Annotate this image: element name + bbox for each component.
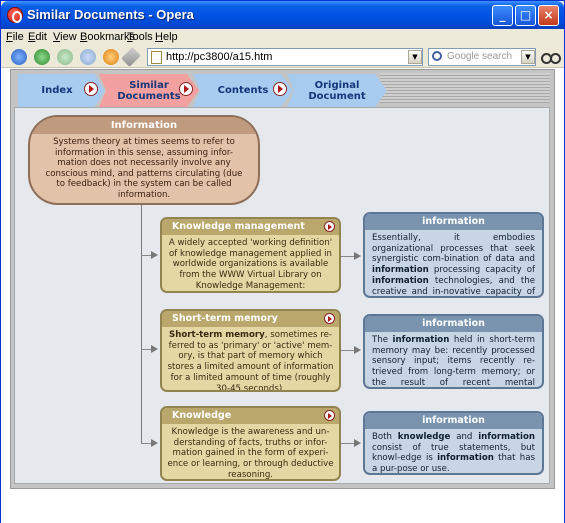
- go-arrow-icon: [273, 82, 287, 96]
- search-dropdown-icon[interactable]: ▼: [521, 50, 535, 64]
- forward-icon[interactable]: [57, 49, 73, 65]
- info-box-1: information Essentially, it embodies org…: [363, 212, 544, 298]
- root-concept-title: Information: [30, 117, 258, 134]
- tab-original-document-label: Original Document: [308, 79, 366, 102]
- connector-arrow-icon: [151, 439, 158, 447]
- connector-arrow-icon: [151, 251, 158, 259]
- concept-title: Knowledge management: [162, 219, 339, 235]
- info-title: information: [365, 413, 542, 429]
- concept-box-short-term-memory[interactable]: Short-term memory Short-term memory, som…: [160, 309, 341, 392]
- concept-text: A widely accepted 'working definition' o…: [168, 238, 333, 291]
- address-field[interactable]: http://pc3800/a15.htm ▼: [147, 48, 423, 66]
- go-arrow-icon: [84, 82, 98, 96]
- concept-title-text: Knowledge management: [172, 221, 305, 232]
- connector-arrow-icon: [151, 345, 158, 353]
- close-button[interactable]: ×: [538, 5, 559, 26]
- menu-edit[interactable]: Edit: [28, 31, 47, 43]
- reload-icon[interactable]: [103, 49, 119, 65]
- info-text: The information held in short-term memor…: [372, 335, 536, 388]
- search-engine-icon[interactable]: [432, 51, 442, 61]
- go-arrow-icon[interactable]: [324, 221, 335, 232]
- go-arrow-icon[interactable]: [324, 313, 335, 324]
- tab-index[interactable]: Index: [18, 74, 105, 107]
- info-title: information: [365, 214, 542, 230]
- concept-title-text: Short-term memory: [172, 313, 278, 324]
- root-concept-box: Information Systems theory at times seem…: [28, 115, 260, 205]
- concept-title: Knowledge: [162, 408, 339, 424]
- info-text: Essentially, it embodies organizational …: [372, 233, 535, 297]
- connector-line: [141, 205, 142, 443]
- connector-arrow-icon: [354, 252, 361, 260]
- window-title: Similar Documents - Opera: [27, 7, 194, 22]
- info-text: Both knowledge and information consist o…: [372, 432, 535, 475]
- menu-file[interactable]: File: [6, 31, 24, 43]
- glasses-icon[interactable]: [541, 50, 561, 64]
- menu-bar: File Edit View Bookmarks Tools Help: [1, 29, 564, 46]
- concept-title-text: Knowledge: [172, 410, 232, 421]
- concept-text: Knowledge is the awareness and un-dersta…: [167, 427, 334, 480]
- menu-view[interactable]: View: [53, 31, 77, 43]
- edit-icon[interactable]: [121, 47, 141, 67]
- menu-tools[interactable]: Tools: [127, 31, 153, 43]
- address-url: http://pc3800/a15.htm: [166, 51, 273, 63]
- search-field[interactable]: Google search ▼: [428, 48, 536, 66]
- navigation-toolbar: http://pc3800/a15.htm ▼ Google search ▼: [1, 46, 564, 68]
- title-bar[interactable]: Similar Documents - Opera _ □ ×: [1, 1, 564, 29]
- info-box-2: information The information held in shor…: [363, 314, 544, 389]
- go-arrow-icon[interactable]: [324, 410, 335, 421]
- address-dropdown-icon[interactable]: ▼: [408, 50, 422, 64]
- tab-original-document[interactable]: Original Document: [287, 74, 387, 107]
- rewind-icon[interactable]: [11, 49, 27, 65]
- minimize-button[interactable]: _: [492, 5, 513, 26]
- menu-help[interactable]: Help: [155, 31, 178, 43]
- info-title: information: [365, 316, 542, 332]
- tab-contents[interactable]: Contents: [193, 74, 293, 107]
- concept-box-knowledge[interactable]: Knowledge Knowledge is the awareness and…: [160, 406, 341, 481]
- connector-arrow-icon: [354, 439, 361, 447]
- go-arrow-icon: [179, 82, 193, 96]
- root-concept-text: Systems theory at times seems to refer t…: [45, 137, 243, 200]
- concept-title: Short-term memory: [162, 311, 339, 327]
- maximize-button[interactable]: □: [515, 5, 536, 26]
- search-placeholder: Google search: [447, 51, 513, 62]
- info-box-3: information Both knowledge and informati…: [363, 411, 544, 475]
- fast-forward-icon[interactable]: [80, 49, 96, 65]
- back-icon[interactable]: [34, 49, 50, 65]
- header-pattern: [380, 73, 550, 103]
- tab-similar-documents[interactable]: Similar Documents: [99, 74, 199, 107]
- concept-box-knowledge-management[interactable]: Knowledge management A widely accepted '…: [160, 217, 341, 293]
- opera-logo-icon: [7, 7, 23, 23]
- concept-text: Short-term memory, sometimes re-ferred t…: [167, 330, 334, 392]
- page-icon: [151, 51, 162, 64]
- connector-arrow-icon: [354, 346, 361, 354]
